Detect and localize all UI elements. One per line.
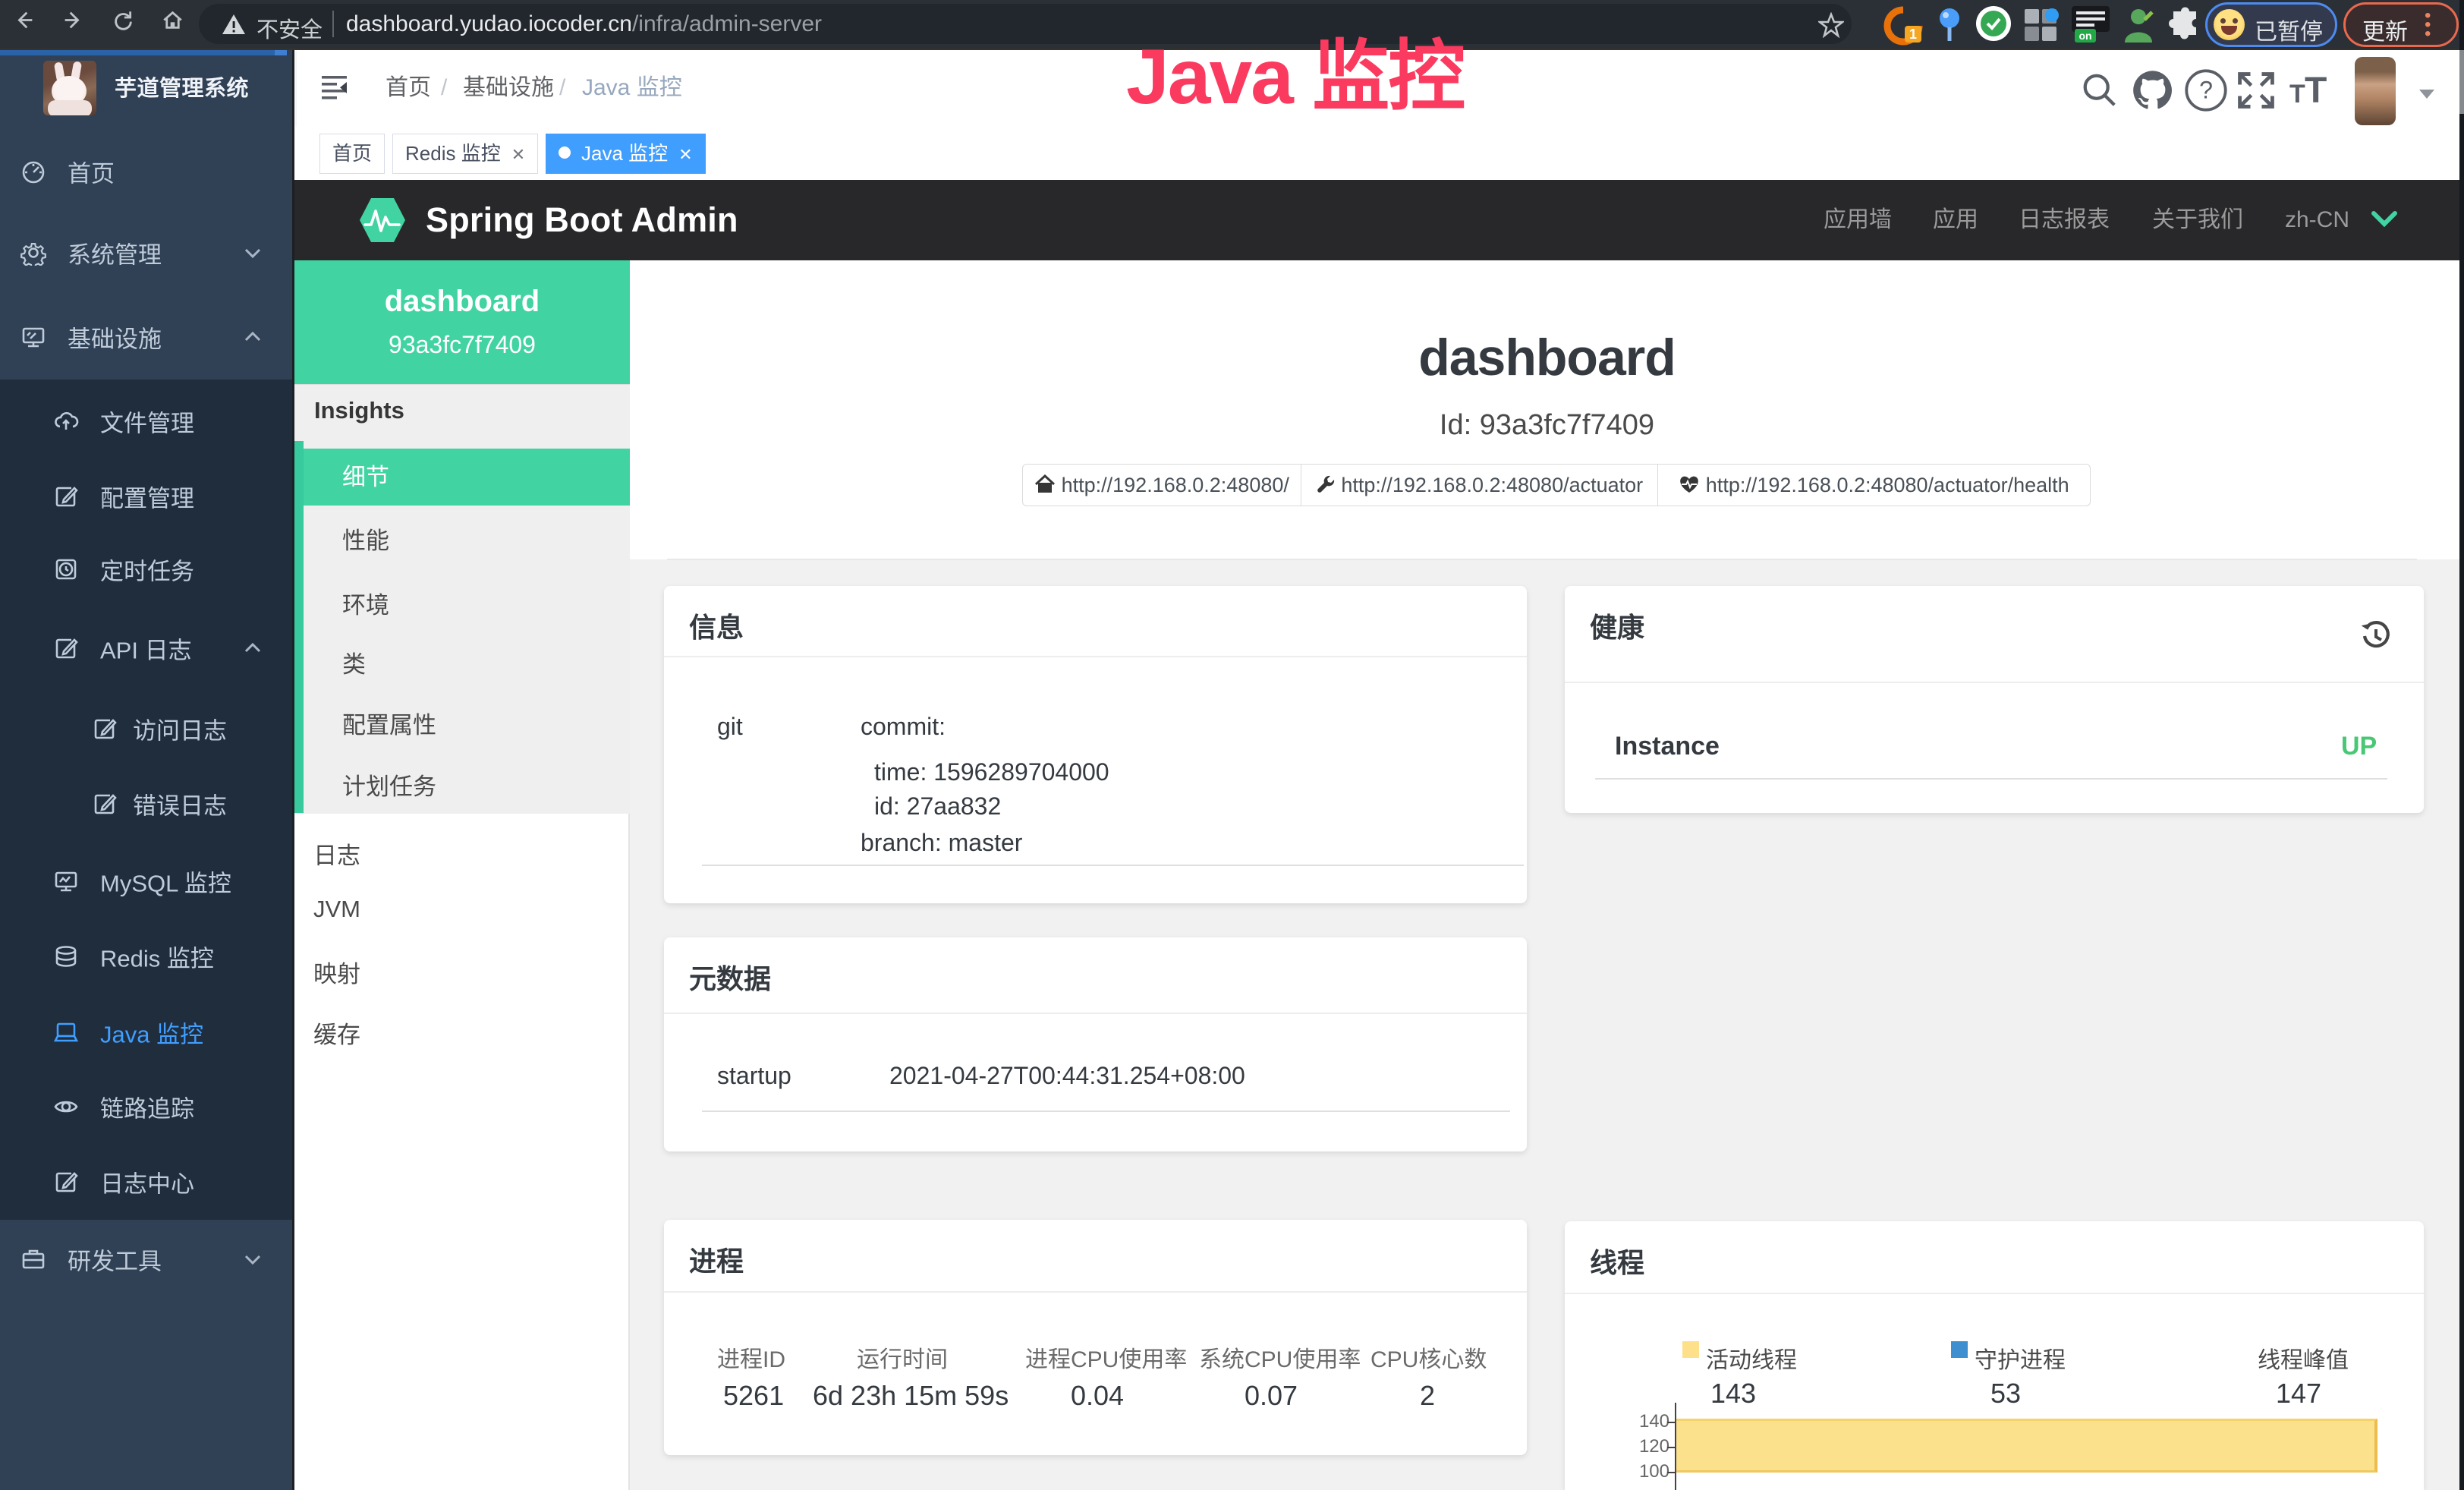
svg-text:1: 1: [1909, 27, 1917, 42]
svg-text:T: T: [2305, 71, 2327, 111]
svg-text:?: ?: [2199, 77, 2213, 104]
svg-text:T: T: [2289, 80, 2305, 109]
svg-text:on: on: [2079, 30, 2091, 42]
